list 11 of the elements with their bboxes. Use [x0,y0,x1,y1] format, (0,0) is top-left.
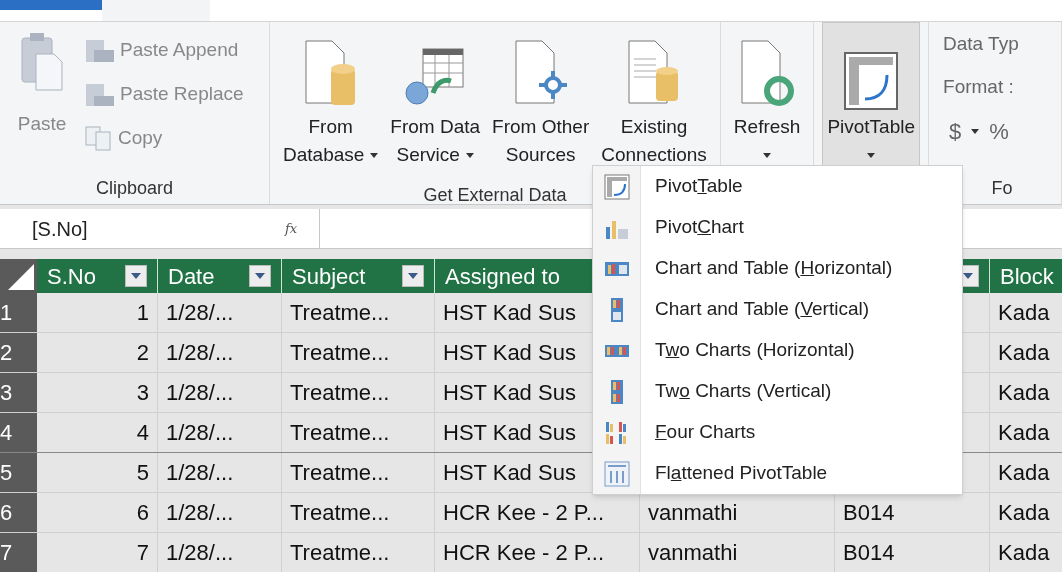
group-label: Clipboard [95,176,173,200]
column-title: Date [168,262,215,291]
column-title: S.No [47,262,96,291]
group-label: Fo [991,176,1013,200]
group-label: Get External Data [423,184,567,207]
function-icon: fx [285,218,298,239]
column-title: Block [1000,262,1054,291]
column-title: Assigned to [445,262,560,291]
format-label: Format : [943,74,1015,99]
format-label: Data Typ [943,32,1019,56]
column-title: Subject [292,262,366,291]
